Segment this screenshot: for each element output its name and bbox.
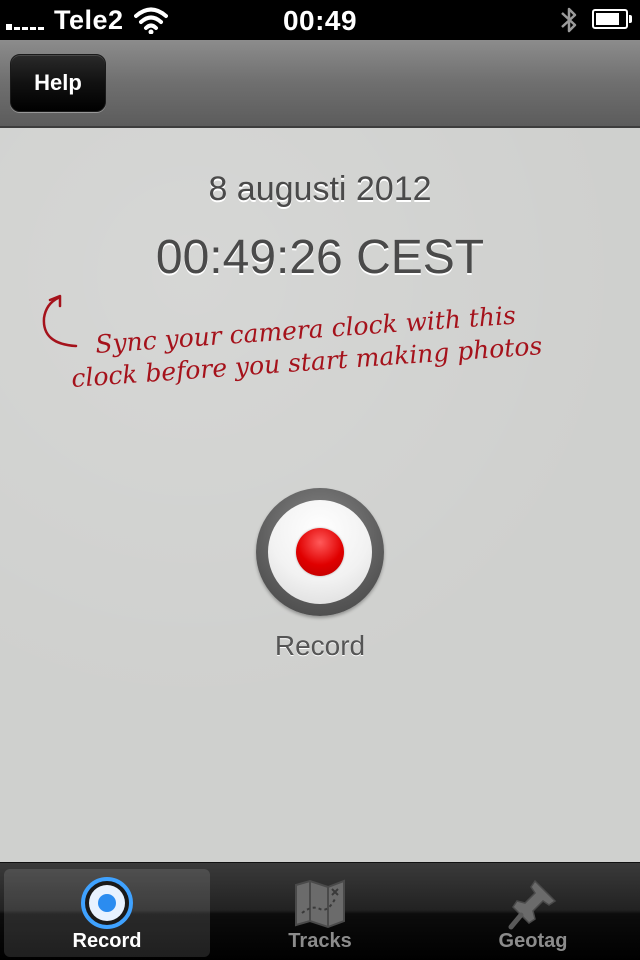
record-button-label: Record	[274, 630, 366, 661]
tab-label: Record	[72, 930, 142, 952]
record-icon	[81, 877, 133, 929]
tab-geotag[interactable]: Geotag	[430, 869, 636, 957]
tab-tracks[interactable]: Tracks	[217, 869, 423, 957]
record-screen-content: 8 augusti 2012 00:49:26 CEST Sync your c…	[0, 128, 640, 862]
help-button[interactable]: Help	[10, 54, 106, 112]
tab-record[interactable]: Record	[4, 869, 210, 957]
status-time: 00:49	[282, 5, 358, 36]
map-icon	[295, 879, 345, 929]
tab-label: Geotag	[498, 930, 568, 952]
app-screen: Tele2 00:49 Help 8 augusti 2012 00:49:26…	[0, 0, 640, 960]
navigation-bar: Help	[0, 40, 640, 128]
pushpin-icon	[508, 879, 557, 930]
record-dot-icon	[296, 528, 344, 576]
tab-bar: Record Tracks Geotag	[0, 862, 640, 960]
record-button-face	[268, 500, 372, 604]
bluetooth-icon	[561, 7, 577, 33]
battery-icon	[592, 9, 632, 29]
battery-level	[596, 13, 620, 25]
tab-label: Tracks	[288, 930, 352, 952]
sync-hint-note: Sync your camera clock with this clock b…	[70, 301, 543, 393]
status-bar: Tele2 00:49	[0, 0, 640, 40]
record-button[interactable]	[256, 488, 384, 616]
